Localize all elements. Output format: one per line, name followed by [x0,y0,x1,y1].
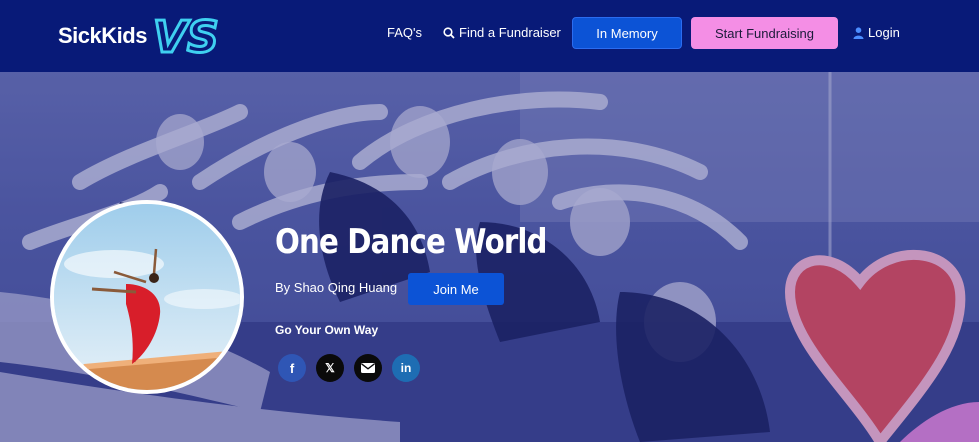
join-me-button[interactable]: Join Me [408,273,504,305]
sickkids-vs-logo[interactable]: SickKids VS [58,12,229,60]
search-icon [443,27,455,39]
site-header: SickKids VS FAQ's Find a Fundraiser In M… [0,0,979,72]
email-share-button[interactable] [354,354,382,382]
fundraiser-title: One Dance World [275,222,547,262]
email-icon [361,363,375,373]
facebook-share-button[interactable]: f [278,354,306,382]
find-fundraiser-label: Find a Fundraiser [459,25,561,40]
hero-banner: One Dance World By Shao Qing Huang Join … [0,72,979,442]
linkedin-icon: in [400,361,412,375]
start-fundraising-button[interactable]: Start Fundraising [691,17,838,49]
vs-logo-mark: VS [151,12,220,60]
nav-find-fundraiser-link[interactable]: Find a Fundraiser [443,17,561,49]
dancer-photo [54,204,240,390]
in-memory-button[interactable]: In Memory [572,17,682,49]
x-share-button[interactable]: 𝕏 [316,354,344,382]
fundraiser-tagline: Go Your Own Way [275,323,379,337]
fundraiser-avatar [50,200,244,394]
user-icon [853,27,864,39]
svg-text:VS: VS [153,12,219,60]
login-link[interactable]: Login [853,17,900,49]
x-icon: 𝕏 [325,361,335,375]
logo-text: SickKids [58,23,147,48]
linkedin-share-button[interactable]: in [392,354,420,382]
facebook-icon: f [289,360,295,376]
fundraiser-byline: By Shao Qing Huang [275,280,398,295]
nav-faq-link[interactable]: FAQ's [387,17,422,49]
login-label: Login [868,25,900,40]
